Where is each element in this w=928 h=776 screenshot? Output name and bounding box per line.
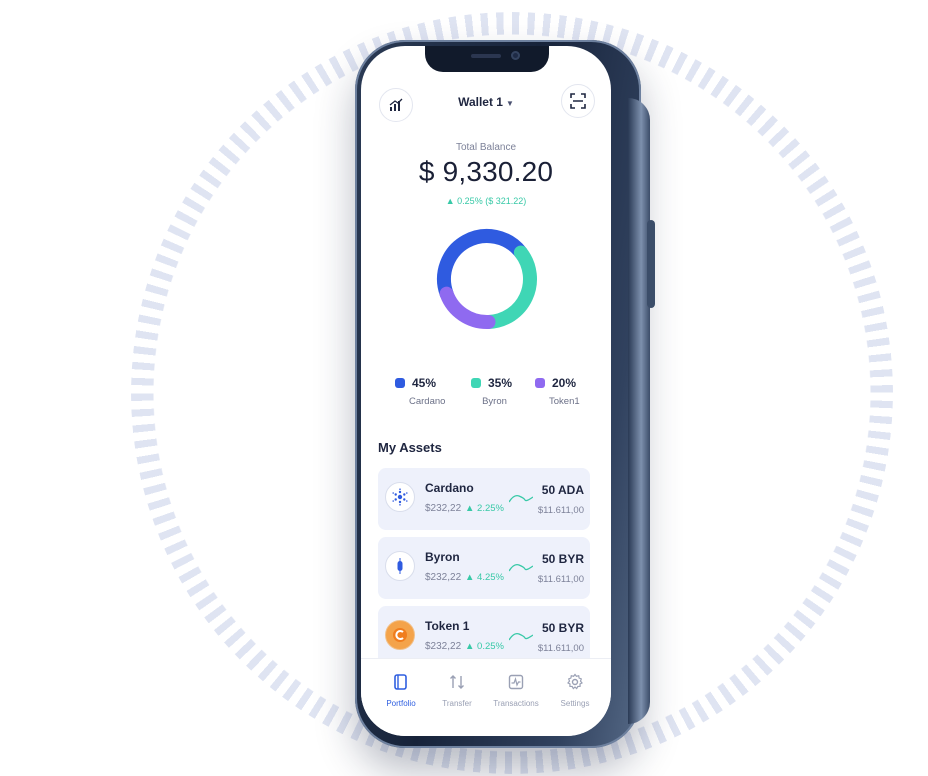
asset-amount: 50 BYR bbox=[541, 552, 584, 566]
tab-label: Portfolio bbox=[386, 699, 416, 708]
gear-icon bbox=[567, 673, 583, 690]
chevron-down-icon: ▼ bbox=[505, 99, 514, 108]
legend-pct-cardano: 45% bbox=[412, 376, 437, 390]
sparkline-icon bbox=[509, 494, 533, 503]
cardano-icon bbox=[385, 482, 415, 512]
asset-name: Byron bbox=[425, 550, 460, 564]
legend-name-token1: Token1 bbox=[549, 396, 580, 407]
speaker bbox=[471, 54, 501, 58]
donut-segment-byron bbox=[481, 245, 537, 329]
asset-amount: 50 ADA bbox=[541, 483, 584, 497]
donut-segment-cardano bbox=[437, 229, 528, 301]
tab-label: Transfer bbox=[442, 699, 472, 708]
total-balance-label: Total Balance bbox=[455, 142, 517, 153]
legend-pct-token1: 20% bbox=[552, 376, 577, 390]
legend-item-cardano: 45% Cardano bbox=[395, 376, 445, 407]
asset-amount: 50 BYR bbox=[541, 621, 584, 635]
portfolio-icon bbox=[394, 674, 407, 690]
app-screen: Wallet 1 ▼ Total Balance $ 9,330.20 ▲ 0.2… bbox=[361, 46, 611, 736]
bottom-tab-bar: Portfolio Transfer Transactions Settings bbox=[361, 658, 611, 736]
legend-item-byron: 35% Byron bbox=[471, 376, 512, 407]
tab-transactions[interactable]: Transactions bbox=[486, 671, 546, 708]
legend-swatch-cardano bbox=[395, 378, 405, 388]
sparkline-icon bbox=[509, 632, 533, 641]
asset-value: $11.611,00 bbox=[537, 505, 584, 516]
allocation-donut bbox=[437, 229, 537, 329]
byron-icon bbox=[385, 551, 415, 581]
tab-settings[interactable]: Settings bbox=[545, 671, 605, 708]
asset-change: ▲ 2.25% bbox=[465, 503, 504, 514]
front-camera bbox=[511, 51, 520, 60]
transfer-icon bbox=[450, 675, 464, 689]
sparkline-icon bbox=[509, 563, 533, 572]
token-icon bbox=[385, 620, 415, 650]
donut-segment-token1 bbox=[439, 286, 496, 329]
tab-label: Settings bbox=[560, 699, 590, 708]
scan-button[interactable] bbox=[561, 84, 595, 118]
asset-price: $232,22 bbox=[425, 641, 462, 652]
tab-transfer[interactable]: Transfer bbox=[427, 671, 487, 708]
legend-name-cardano: Cardano bbox=[409, 396, 446, 407]
legend-swatch-byron bbox=[471, 378, 481, 388]
my-assets-title: My Assets bbox=[378, 440, 442, 455]
phone-side bbox=[628, 98, 650, 724]
asset-change: ▲ 0.25% bbox=[465, 641, 504, 652]
asset-card-cardano[interactable]: Cardano $232,22 ▲ 2.25% 50 ADA $11.611,0… bbox=[378, 468, 590, 530]
transactions-icon bbox=[508, 674, 524, 690]
total-balance-value: $ 9,330.20 bbox=[418, 156, 554, 187]
balance-change: ▲ 0.25% ($ 321.22) bbox=[445, 196, 527, 206]
qr-scan-icon bbox=[570, 93, 586, 109]
asset-card-byron[interactable]: Byron $232,22 ▲ 4.25% 50 BYR $11.611,00 bbox=[378, 537, 590, 599]
asset-name: Token 1 bbox=[425, 619, 470, 633]
tab-portfolio[interactable]: Portfolio bbox=[371, 671, 431, 708]
legend-item-token1: 20% Token1 bbox=[535, 376, 580, 407]
asset-change: ▲ 4.25% bbox=[465, 572, 504, 583]
legend-swatch-token1 bbox=[535, 378, 545, 388]
asset-value: $11.611,00 bbox=[537, 643, 584, 654]
asset-value: $11.611,00 bbox=[537, 574, 584, 585]
legend-name-byron: Byron bbox=[482, 396, 507, 407]
phone-frame: Wallet 1 ▼ Total Balance $ 9,330.20 ▲ 0.2… bbox=[355, 40, 655, 748]
legend-pct-byron: 35% bbox=[488, 376, 513, 390]
asset-name: Cardano bbox=[425, 481, 474, 495]
asset-price: $232,22 bbox=[425, 572, 462, 583]
wallet-name: Wallet 1 bbox=[458, 95, 503, 109]
phone-side-button bbox=[647, 220, 655, 308]
tab-label: Transactions bbox=[493, 699, 539, 708]
notch bbox=[425, 46, 549, 72]
asset-price: $232,22 bbox=[425, 503, 462, 514]
